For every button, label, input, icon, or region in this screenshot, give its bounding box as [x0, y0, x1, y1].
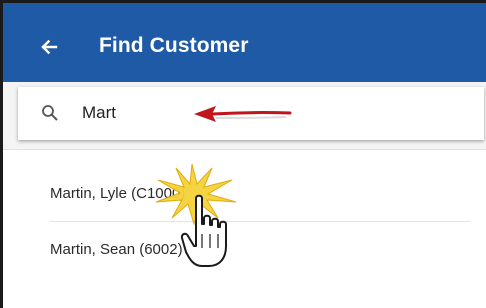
arrow-left-icon	[41, 39, 58, 55]
list-item[interactable]: Martin, Sean (6002)	[50, 222, 470, 278]
app-bar: Find Customer	[3, 3, 486, 82]
search-icon	[42, 105, 58, 121]
back-button[interactable]	[31, 29, 67, 65]
list-item[interactable]: Martin, Lyle (C1000)	[50, 166, 470, 222]
results-list: Martin, Lyle (C1000) Martin, Sean (6002)	[3, 150, 486, 308]
annotation-arrow	[194, 106, 292, 122]
hand-pointer-icon	[155, 163, 237, 267]
page-title: Find Customer	[99, 34, 249, 57]
